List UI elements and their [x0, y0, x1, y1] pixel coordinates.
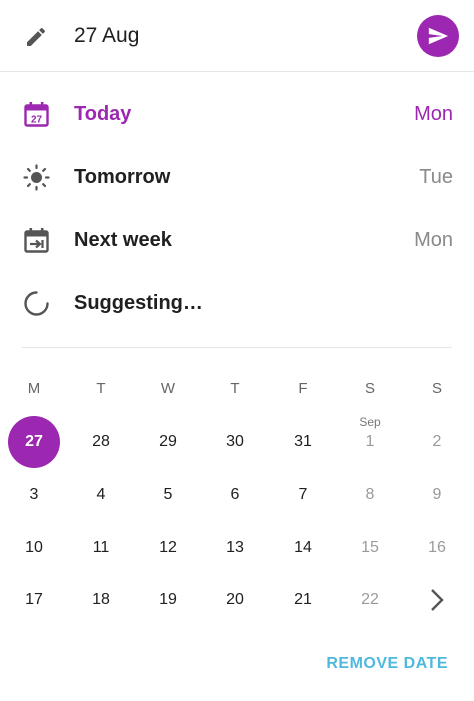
- day-cell[interactable]: 3: [9, 470, 59, 520]
- chevron-right-icon[interactable]: [426, 587, 448, 613]
- day-cell[interactable]: 21: [278, 575, 328, 625]
- weekday-label: M: [27, 380, 41, 397]
- day-cell[interactable]: 7: [278, 470, 328, 520]
- option-day: Mon: [414, 229, 453, 251]
- weekday-label: W: [160, 380, 176, 397]
- day-cell[interactable]: 19: [143, 575, 193, 625]
- option-label: Next week: [74, 229, 172, 251]
- weekday-label: F: [298, 380, 308, 397]
- day-cell[interactable]: 18: [76, 575, 126, 625]
- date-input[interactable]: 27 Aug: [74, 22, 139, 50]
- day-cell[interactable]: 13: [210, 523, 260, 573]
- option-label: Suggesting…: [74, 292, 203, 314]
- divider: [0, 71, 474, 72]
- day-cell[interactable]: 10: [9, 523, 59, 573]
- day-cell[interactable]: 8: [345, 470, 395, 520]
- remove-date-button[interactable]: REMOVE DATE: [326, 655, 448, 673]
- option-tomorrow[interactable]: Tomorrow Tue: [0, 146, 474, 208]
- day-cell[interactable]: 16: [412, 523, 462, 573]
- calendar-next-icon: [24, 228, 49, 253]
- day-cell-selected[interactable]: 27: [8, 416, 60, 468]
- day-cell[interactable]: 5: [143, 470, 193, 520]
- date-picker-screen: 27 Aug 27 Today Mon Tomorrow Tue Next we…: [0, 0, 474, 701]
- weekday-label: T: [96, 380, 106, 397]
- option-suggesting: Suggesting…: [0, 272, 474, 334]
- pencil-icon[interactable]: [24, 25, 48, 49]
- option-next-week[interactable]: Next week Mon: [0, 209, 474, 271]
- weekday-label: S: [431, 380, 442, 397]
- day-cell[interactable]: 31: [278, 417, 328, 467]
- option-today[interactable]: 27 Today Mon: [0, 83, 474, 145]
- svg-text:27: 27: [31, 115, 43, 126]
- option-label: Today: [74, 103, 132, 125]
- day-cell[interactable]: 29: [143, 417, 193, 467]
- day-cell[interactable]: 9: [412, 470, 462, 520]
- day-cell[interactable]: 1: [345, 417, 395, 467]
- day-cell[interactable]: 20: [210, 575, 260, 625]
- option-label: Tomorrow: [74, 166, 171, 188]
- day-cell[interactable]: 28: [76, 417, 126, 467]
- day-cell[interactable]: 2: [412, 417, 462, 467]
- loading-spinner-icon: [24, 291, 49, 316]
- day-cell[interactable]: 22: [345, 575, 395, 625]
- day-cell[interactable]: 12: [143, 523, 193, 573]
- divider: [22, 347, 452, 348]
- send-button[interactable]: [417, 15, 459, 57]
- send-icon: [428, 27, 449, 45]
- day-cell[interactable]: 15: [345, 523, 395, 573]
- date-header: 27 Aug: [0, 0, 474, 72]
- day-cell[interactable]: 14: [278, 523, 328, 573]
- weekday-label: S: [364, 380, 375, 397]
- sun-icon: [23, 164, 50, 191]
- day-cell[interactable]: 30: [210, 417, 260, 467]
- option-day: Mon: [414, 103, 453, 125]
- day-cell[interactable]: 6: [210, 470, 260, 520]
- day-cell[interactable]: 4: [76, 470, 126, 520]
- calendar-today-icon: 27: [24, 102, 49, 127]
- day-cell[interactable]: 11: [76, 523, 126, 573]
- day-cell[interactable]: 17: [9, 575, 59, 625]
- option-day: Tue: [419, 166, 453, 188]
- weekday-label: T: [230, 380, 240, 397]
